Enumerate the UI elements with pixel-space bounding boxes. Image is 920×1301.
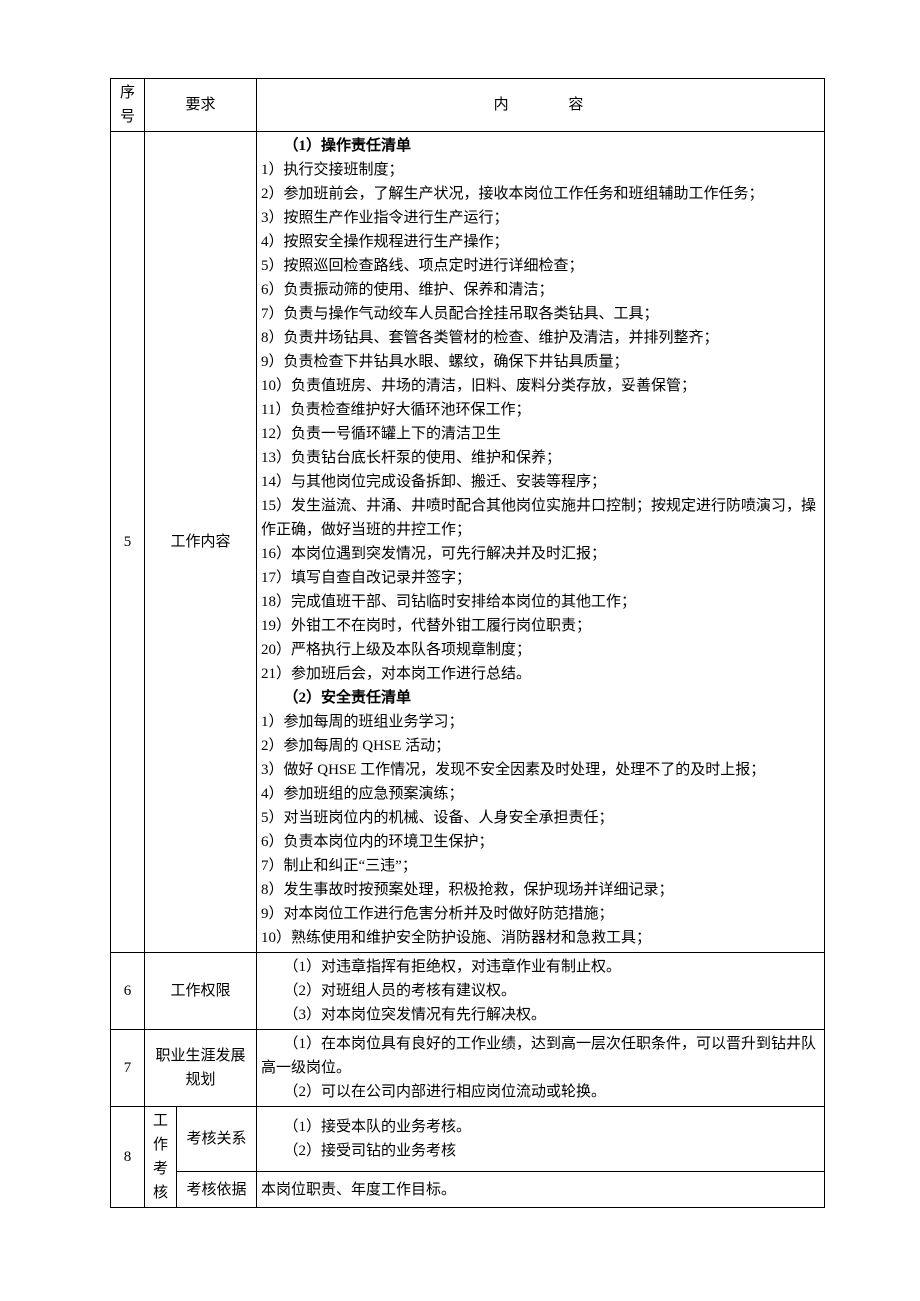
safe-item: 1）参加每周的班组业务学习； [261, 710, 820, 734]
op-item: 13）负责钻台底长杆泵的使用、维护和保养； [261, 446, 820, 470]
line: （1）对违章指挥有拒绝权，对违章作业有制止权。 [261, 955, 820, 979]
op-item: 8）负责井场钻具、套管各类管材的检查、维护及清洁，并排列整齐； [261, 326, 820, 350]
safe-item: 9）对本岗位工作进行危害分析并及时做好防范措施； [261, 902, 820, 926]
safe-item: 5）对当班岗位内的机械、设备、人身安全承担责任； [261, 806, 820, 830]
line: （1）接受本队的业务考核。 [261, 1115, 820, 1139]
req-8-group: 工作考核 [145, 1107, 177, 1208]
table-row: 8 工作考核 考核关系 （1）接受本队的业务考核。 （2）接受司钻的业务考核 [111, 1107, 825, 1172]
op-item: 5）按照巡回检查路线、项点定时进行详细检查； [261, 254, 820, 278]
op-item: 7）负责与操作气动绞车人员配合拴挂吊取各类钻具、工具； [261, 302, 820, 326]
op-item: 12）负责一号循环罐上下的清洁卫生 [261, 422, 820, 446]
seq-5: 5 [111, 132, 145, 953]
safe-item: 7）制止和纠正“三违”； [261, 854, 820, 878]
op-item: 14）与其他岗位完成设备拆卸、搬迁、安装等程序； [261, 470, 820, 494]
op-item: 19）外钳工不在岗时，代替外钳工履行岗位职责； [261, 614, 820, 638]
req-5: 工作内容 [145, 132, 257, 953]
line: （1）在本岗位具有良好的工作业绩，达到高一层次任职条件，可以晋升到钻井队高一级岗… [261, 1032, 820, 1080]
content-7: （1）在本岗位具有良好的工作业绩，达到高一层次任职条件，可以晋升到钻井队高一级岗… [257, 1030, 825, 1107]
req-7: 职业生涯发展规划 [145, 1030, 257, 1107]
op-item: 15）发生溢流、井涌、井喷时配合其他岗位实施井口控制；按规定进行防喷演习，操作正… [261, 494, 820, 542]
op-title: （1）操作责任清单 [261, 134, 820, 158]
header-seq: 序号 [111, 79, 145, 132]
seq-6: 6 [111, 953, 145, 1030]
safe-item: 3）做好 QHSE 工作情况，发现不安全因素及时处理，处理不了的及时上报； [261, 758, 820, 782]
content-8a: （1）接受本队的业务考核。 （2）接受司钻的业务考核 [257, 1107, 825, 1172]
op-item: 20）严格执行上级及本队各项规章制度； [261, 638, 820, 662]
seq-7: 7 [111, 1030, 145, 1107]
safe-item: 8）发生事故时按预案处理，积极抢救，保护现场并详细记录； [261, 878, 820, 902]
line: （2）对班组人员的考核有建议权。 [261, 979, 820, 1003]
op-item: 3）按照生产作业指令进行生产运行； [261, 206, 820, 230]
line: （3）对本岗位突发情况有先行解决权。 [261, 1003, 820, 1027]
content-5: （1）操作责任清单 1）执行交接班制度； 2）参加班前会，了解生产状况，接收本岗… [257, 132, 825, 953]
safe-item: 2）参加每周的 QHSE 活动； [261, 734, 820, 758]
line: （2）可以在公司内部进行相应岗位流动或轮换。 [261, 1080, 820, 1104]
op-item: 21）参加班后会，对本岗工作进行总结。 [261, 662, 820, 686]
document-page: 序号 要求 内 容 5 工作内容 （1）操作责任清单 1）执行交接班制度； 2）… [0, 0, 920, 1301]
safe-item: 6）负责本岗位内的环境卫生保护； [261, 830, 820, 854]
op-item: 11）负责检查维护好大循环池环保工作； [261, 398, 820, 422]
safe-title: （2）安全责任清单 [261, 686, 820, 710]
header-content: 内 容 [257, 79, 825, 132]
safe-item: 4）参加班组的应急预案演练； [261, 782, 820, 806]
op-item: 6）负责振动筛的使用、维护、保养和清洁； [261, 278, 820, 302]
req-8a: 考核关系 [177, 1107, 257, 1172]
seq-8: 8 [111, 1107, 145, 1208]
line: 本岗位职责、年度工作目标。 [261, 1178, 820, 1202]
op-item: 2）参加班前会，了解生产状况，接收本岗位工作任务和班组辅助工作任务； [261, 182, 820, 206]
req-8b: 考核依据 [177, 1172, 257, 1208]
req-6: 工作权限 [145, 953, 257, 1030]
content-8b: 本岗位职责、年度工作目标。 [257, 1172, 825, 1208]
table-row: 考核依据 本岗位职责、年度工作目标。 [111, 1172, 825, 1208]
op-item: 10）负责值班房、井场的清洁，旧料、废料分类存放，妥善保管； [261, 374, 820, 398]
line: （2）接受司钻的业务考核 [261, 1139, 820, 1163]
op-item: 4）按照安全操作规程进行生产操作； [261, 230, 820, 254]
table-row: 7 职业生涯发展规划 （1）在本岗位具有良好的工作业绩，达到高一层次任职条件，可… [111, 1030, 825, 1107]
op-item: 18）完成值班干部、司钻临时安排给本岗位的其他工作； [261, 590, 820, 614]
op-item: 16）本岗位遇到突发情况，可先行解决并及时汇报； [261, 542, 820, 566]
table-header-row: 序号 要求 内 容 [111, 79, 825, 132]
header-req: 要求 [145, 79, 257, 132]
table-row: 6 工作权限 （1）对违章指挥有拒绝权，对违章作业有制止权。 （2）对班组人员的… [111, 953, 825, 1030]
op-item: 17）填写自查自改记录并签字； [261, 566, 820, 590]
table-row: 5 工作内容 （1）操作责任清单 1）执行交接班制度； 2）参加班前会，了解生产… [111, 132, 825, 953]
safe-item: 10）熟练使用和维护安全防护设施、消防器材和急救工具； [261, 926, 820, 950]
op-item: 1）执行交接班制度； [261, 158, 820, 182]
op-item: 9）负责检查下井钻具水眼、螺纹，确保下井钻具质量； [261, 350, 820, 374]
spec-table: 序号 要求 内 容 5 工作内容 （1）操作责任清单 1）执行交接班制度； 2）… [110, 78, 825, 1208]
content-6: （1）对违章指挥有拒绝权，对违章作业有制止权。 （2）对班组人员的考核有建议权。… [257, 953, 825, 1030]
